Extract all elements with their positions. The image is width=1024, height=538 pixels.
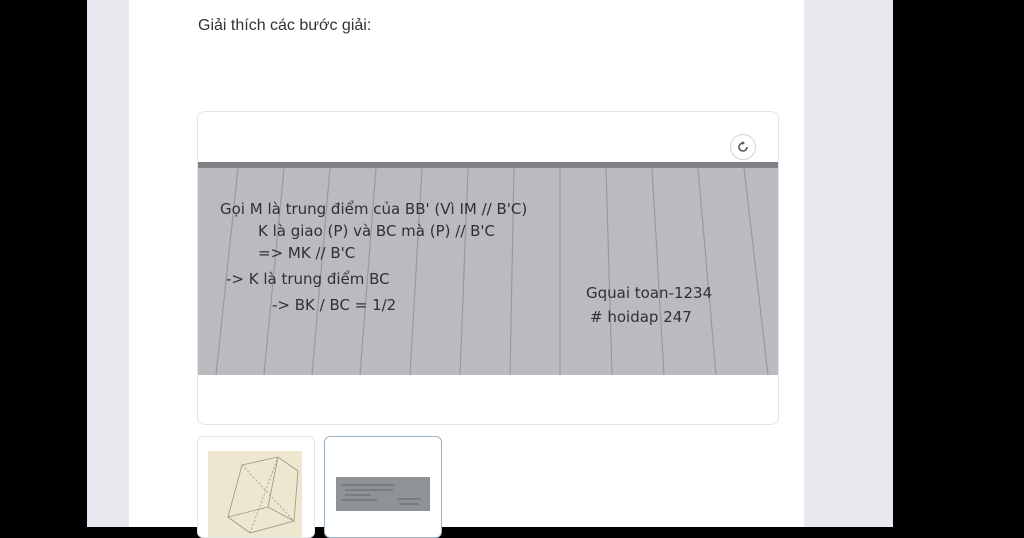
handwritten-line-2: K là giao (P) và BC mà (P) // B'C (258, 222, 495, 240)
rotate-icon (738, 141, 748, 152)
rotate-button[interactable] (730, 134, 756, 160)
left-side-band (87, 0, 129, 527)
handwritten-line-3: => MK // B'C (258, 244, 355, 262)
handwritten-line-6: Gquai toan-1234 (586, 284, 712, 302)
explanation-heading: Giải thích các bước giải: (198, 17, 372, 34)
handwritten-line-1: Gọi M là trung điểm của BB' (Vì IM // B'… (220, 200, 527, 218)
handwritten-line-4: -> K là trung điểm BC (226, 270, 390, 288)
handwritten-line-5: -> BK / BC = 1/2 (272, 296, 396, 314)
geometry-sketch-preview (208, 451, 302, 537)
geometry-sketch-thumbnail[interactable] (197, 436, 315, 538)
right-side-band (804, 0, 893, 527)
image-viewer: Gọi M là trung điểm của BB' (Vì IM // B'… (197, 111, 779, 425)
handwritten-notes-thumbnail[interactable] (324, 436, 442, 538)
handwritten-notes-preview (336, 477, 430, 511)
handwritten-solution-photo: Gọi M là trung điểm của BB' (Vì IM // B'… (198, 162, 778, 375)
handwritten-line-7: # hoidap 247 (590, 308, 692, 326)
